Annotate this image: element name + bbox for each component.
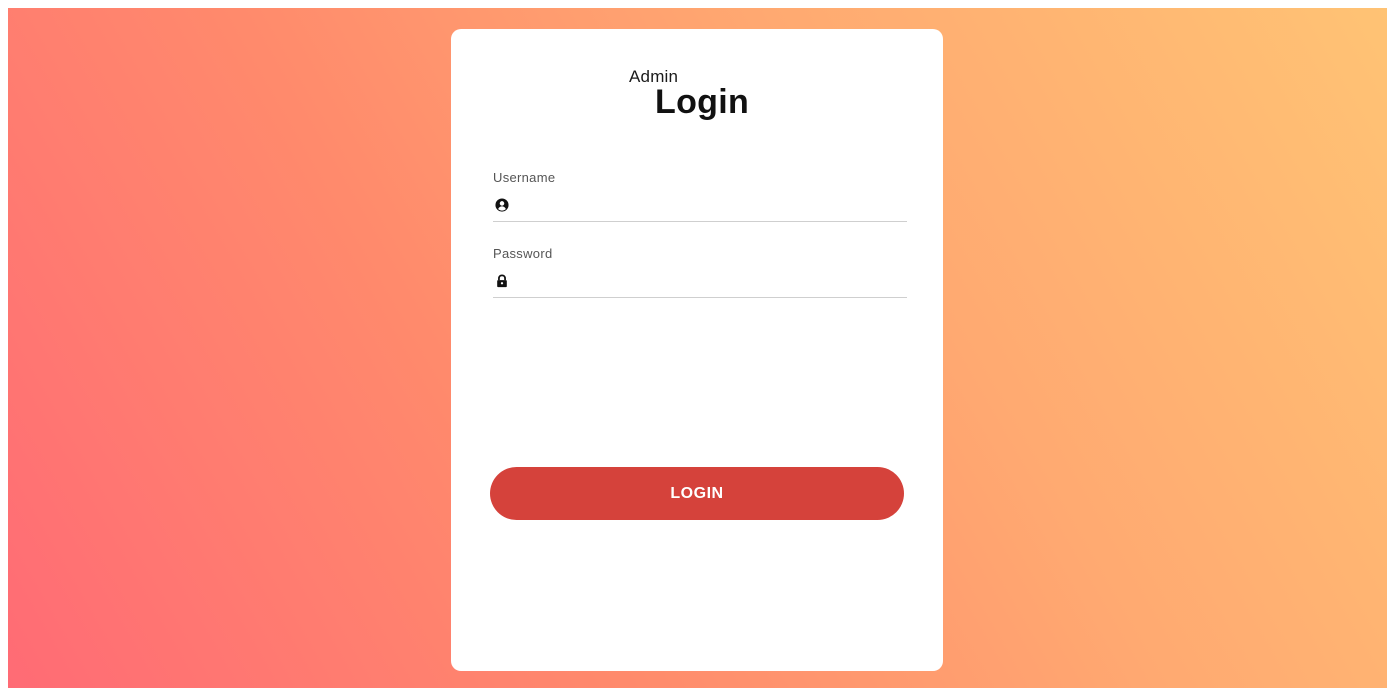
gradient-background: Admin Login Username Password LOGIN [8, 8, 1387, 688]
password-label: Password [493, 246, 553, 261]
login-card: Admin Login Username Password LOGIN [451, 29, 943, 671]
user-circle-icon [495, 198, 509, 212]
username-label: Username [493, 170, 556, 185]
lock-icon [497, 274, 507, 288]
password-input-row [493, 269, 907, 298]
login-heading: Admin Login [451, 65, 943, 135]
page-title: Login [655, 83, 750, 121]
username-input[interactable] [517, 193, 903, 219]
password-field-group: Password [493, 246, 907, 298]
login-button[interactable]: LOGIN [490, 467, 904, 520]
password-input[interactable] [517, 269, 903, 295]
username-field-group: Username [493, 170, 907, 222]
username-input-row [493, 193, 907, 222]
